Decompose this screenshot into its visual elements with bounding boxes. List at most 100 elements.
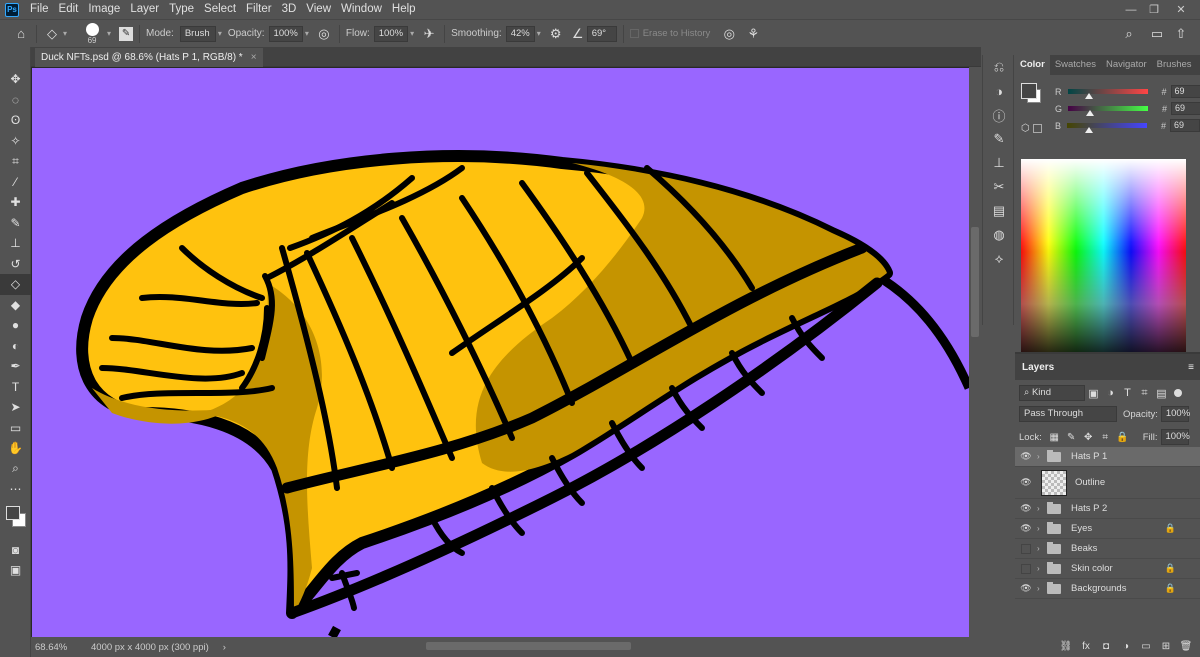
symmetry-butterfly-icon[interactable]: ⚘ <box>744 25 762 43</box>
layer-row[interactable]: 👁 Outline <box>1015 467 1200 499</box>
color-spectrum-picker[interactable] <box>1021 159 1186 366</box>
layers-opacity-input[interactable]: 100% <box>1160 406 1190 422</box>
channels-panel-icon[interactable]: ◍ <box>983 223 1015 247</box>
layer-name[interactable]: Beaks <box>1071 543 1097 554</box>
blue-slider[interactable] <box>1067 123 1148 133</box>
workspace-icon[interactable]: ▭ <box>1148 25 1166 43</box>
marquee-tool-icon[interactable]: ◌ <box>0 90 31 111</box>
tab-color[interactable]: Color <box>1015 55 1050 75</box>
expand-group-icon[interactable]: › <box>1037 584 1047 593</box>
horizontal-scroll-thumb[interactable] <box>426 642 631 650</box>
path-selection-tool-icon[interactable]: ➤ <box>0 397 31 418</box>
menu-select[interactable]: Select <box>199 0 241 19</box>
expand-group-icon[interactable]: › <box>1037 504 1047 513</box>
lock-position-icon[interactable]: ✥ <box>1080 428 1097 446</box>
status-menu-arrow[interactable]: › <box>223 642 226 653</box>
tool-presets-panel-icon[interactable]: ✂ <box>983 175 1015 199</box>
info-panel-icon[interactable]: ⓘ <box>983 103 1015 127</box>
vertical-scroll-thumb[interactable] <box>971 227 979 337</box>
adjustments-panel-icon[interactable]: ◑ <box>983 79 1015 103</box>
smoothing-options-gear-icon[interactable]: ⚙ <box>547 25 565 43</box>
paths-panel-icon[interactable]: ⟡ <box>983 247 1015 271</box>
minimize-button[interactable]: — <box>1120 0 1142 19</box>
type-tool-icon[interactable]: T <box>0 377 31 398</box>
red-value-input[interactable]: 69 <box>1170 85 1200 98</box>
add-mask-icon[interactable]: ◘ <box>1096 637 1116 655</box>
green-value-input[interactable]: 69 <box>1171 102 1200 115</box>
close-document-icon[interactable]: × <box>251 48 257 67</box>
brush-preset-picker[interactable]: 69 <box>79 22 105 45</box>
tab-navigator[interactable]: Navigator <box>1101 55 1152 75</box>
libraries-panel-icon[interactable]: ▤ <box>983 199 1015 223</box>
zoom-level[interactable]: 68.64% <box>35 642 85 653</box>
paint-bucket-tool-icon[interactable]: ◆ <box>0 295 31 316</box>
flow-input[interactable]: 100% <box>373 25 409 42</box>
healing-brush-tool-icon[interactable]: ✚ <box>0 192 31 213</box>
chevron-down-icon[interactable]: ▾ <box>537 29 541 38</box>
filter-toggle-icon[interactable] <box>1174 389 1182 397</box>
blue-value-input[interactable]: 69 <box>1170 119 1200 132</box>
zoom-tool-icon[interactable]: ⌕ <box>0 459 31 480</box>
brush-tool-icon[interactable]: ✎ <box>0 213 31 234</box>
close-window-button[interactable]: ✕ <box>1170 0 1192 19</box>
hidden-visibility-box[interactable] <box>1015 539 1037 558</box>
lock-artboard-icon[interactable]: ⌗ <box>1097 428 1114 446</box>
menu-window[interactable]: Window <box>336 0 387 19</box>
hand-tool-icon[interactable]: ✋ <box>0 438 31 459</box>
expand-group-icon[interactable]: › <box>1037 544 1047 553</box>
expand-group-icon[interactable]: › <box>1037 452 1047 461</box>
menu-filter[interactable]: Filter <box>241 0 277 19</box>
link-layers-icon[interactable]: ⛓ <box>1056 637 1076 655</box>
chevron-down-icon[interactable]: ▾ <box>63 29 67 38</box>
layer-filter-select[interactable]: ⌕ Kind <box>1019 385 1085 401</box>
layer-name[interactable]: Eyes <box>1071 523 1092 534</box>
lock-pixels-icon[interactable]: ✎ <box>1063 428 1080 446</box>
eyedropper-tool-icon[interactable]: ⁄ <box>0 172 31 193</box>
tab-brushes[interactable]: Brushes <box>1152 55 1197 75</box>
hidden-visibility-box[interactable] <box>1015 559 1037 578</box>
shape-filter-icon[interactable]: ⌗ <box>1136 384 1153 402</box>
dodge-tool-icon[interactable]: ◐ <box>0 336 31 357</box>
document-tab[interactable]: Duck NFTs.psd @ 68.6% (Hats P 1, RGB/8) … <box>35 48 263 67</box>
cube-icon[interactable]: ⬡ <box>1021 123 1030 134</box>
chevron-down-icon[interactable]: ▾ <box>107 29 111 38</box>
red-slider[interactable] <box>1067 89 1148 99</box>
erase-to-history-checkbox[interactable] <box>629 29 639 38</box>
clone-stamp-tool-icon[interactable]: ⊥ <box>0 233 31 254</box>
layer-row[interactable]: › Skin color 🔒 <box>1015 559 1200 579</box>
mode-select[interactable]: Brush <box>179 25 216 42</box>
more-tools-icon[interactable]: ⋯ <box>0 479 31 500</box>
artboard-canvas[interactable] <box>32 68 969 637</box>
history-panel-icon[interactable]: ⎌ <box>983 55 1015 79</box>
foreground-color-swatch[interactable] <box>1021 83 1037 99</box>
lasso-tool-icon[interactable]: ʘ <box>0 110 31 131</box>
layer-name[interactable]: Hats P 2 <box>1071 503 1107 514</box>
smart-object-filter-icon[interactable]: ▤ <box>1153 384 1170 402</box>
layer-name[interactable]: Backgrounds <box>1071 583 1126 594</box>
home-icon[interactable]: ⌂ <box>12 25 30 43</box>
brush-settings-panel-icon[interactable]: ✎ <box>983 127 1015 151</box>
blend-mode-select[interactable]: Pass Through <box>1019 406 1117 422</box>
menu-help[interactable]: Help <box>387 0 421 19</box>
layer-row[interactable]: 👁 › Backgrounds 🔒 <box>1015 579 1200 599</box>
type-filter-icon[interactable]: T <box>1119 384 1136 402</box>
layer-name[interactable]: Skin color <box>1071 563 1113 574</box>
vertical-scrollbar[interactable] <box>969 67 981 637</box>
pen-tool-icon[interactable]: ✒ <box>0 356 31 377</box>
rectangle-tool-icon[interactable]: ▭ <box>0 418 31 439</box>
smoothing-input[interactable]: 42% <box>505 25 535 42</box>
opacity-input[interactable]: 100% <box>268 25 303 42</box>
eye-icon[interactable]: 👁 <box>1015 503 1037 514</box>
adjustment-layer-icon[interactable]: ◑ <box>1116 637 1136 655</box>
chevron-down-icon[interactable]: ▾ <box>305 29 309 38</box>
move-tool-icon[interactable]: ✥ <box>0 69 31 90</box>
layer-name[interactable]: Outline <box>1075 477 1105 488</box>
tab-swatches[interactable]: Swatches <box>1050 55 1101 75</box>
eraser-tool-icon[interactable]: ◇ <box>0 274 31 295</box>
blur-tool-icon[interactable]: ● <box>0 315 31 336</box>
delete-layer-icon[interactable]: 🗑 <box>1176 637 1196 655</box>
pressure-size-icon[interactable]: ◎ <box>720 25 738 43</box>
screen-mode-icon[interactable]: ▣ <box>0 560 31 581</box>
brush-settings-icon[interactable]: ✎ <box>119 26 134 41</box>
lock-transparent-icon[interactable]: ▦ <box>1046 428 1063 446</box>
